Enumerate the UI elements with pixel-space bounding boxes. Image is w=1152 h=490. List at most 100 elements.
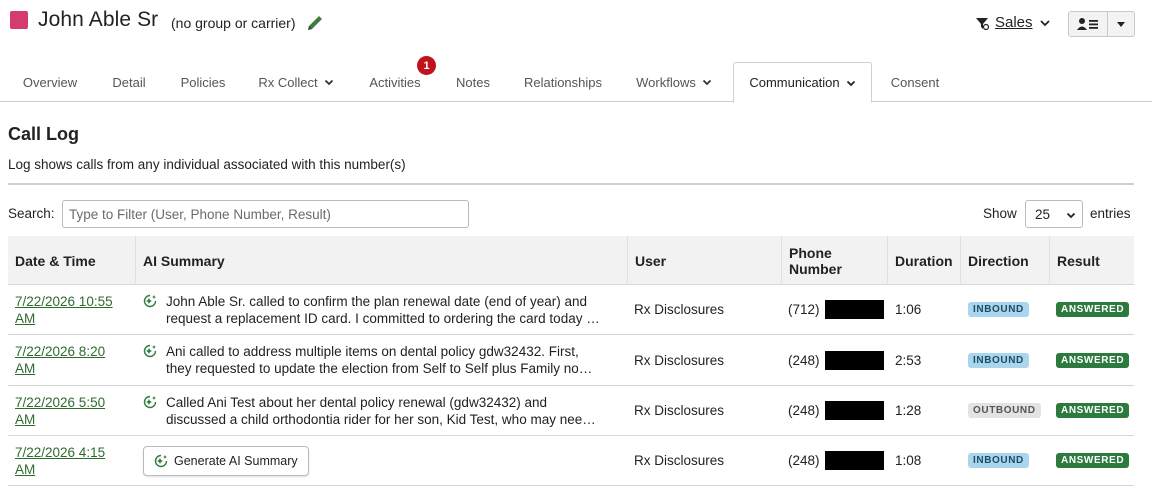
call-date-link[interactable]: 7/22/2026 4:15 AM bbox=[15, 444, 105, 478]
redacted-phone-block bbox=[824, 451, 884, 470]
column-header-user[interactable]: User bbox=[627, 236, 781, 285]
column-header-date-time[interactable]: Date & Time bbox=[8, 236, 135, 285]
phone-cell: (712) bbox=[788, 285, 888, 334]
ai-summary-cell: Ani called to address multiple items on … bbox=[143, 335, 623, 385]
tab-communication[interactable]: Communication bbox=[733, 62, 872, 103]
user-cell: Rx Disclosures bbox=[634, 403, 725, 418]
tab-label: Communication bbox=[749, 75, 840, 90]
time-period-text: AM bbox=[15, 310, 36, 326]
ai-summary-cell: Generate AI Summary bbox=[143, 436, 623, 485]
ai-summary-cell: John Able Sr. called to confirm the plan… bbox=[143, 285, 623, 334]
page-size-value: 25 bbox=[1035, 206, 1051, 222]
ai-sparkle-icon bbox=[143, 294, 157, 307]
divider bbox=[8, 183, 1134, 185]
ai-sparkle-icon bbox=[154, 454, 168, 467]
result-badge: ANSWERED bbox=[1056, 302, 1130, 317]
contact-card-button[interactable] bbox=[1069, 12, 1108, 36]
generate-ai-summary-label: Generate AI Summary bbox=[174, 453, 298, 468]
table-row: 7/22/2026 5:50 AM Called Ani Test about h… bbox=[8, 386, 1134, 436]
column-header-direction[interactable]: Direction bbox=[960, 236, 1049, 285]
page-title: Call Log bbox=[8, 124, 79, 144]
user-cell: Rx Disclosures bbox=[634, 352, 725, 368]
direction-cell: INBOUND bbox=[968, 285, 1048, 334]
tab-detail[interactable]: Detail bbox=[96, 62, 162, 102]
call-date-link[interactable]: 7/22/2026 5:50 AM bbox=[15, 394, 105, 428]
time-period-text: AM bbox=[15, 411, 36, 427]
filter-icon bbox=[976, 17, 989, 30]
tab-label: Activities bbox=[369, 74, 421, 90]
duration-cell: 1:28 bbox=[895, 403, 922, 418]
call-date-link[interactable]: 7/22/2026 10:55 AM bbox=[15, 293, 113, 327]
date-cell: 7/22/2026 4:15 AM bbox=[15, 436, 133, 485]
date-text: 7/22/2026 10:55 bbox=[15, 293, 113, 309]
ai-summary-text: Called Ani Test about her dental policy … bbox=[166, 394, 623, 428]
tab-rx-collect[interactable]: Rx Collect bbox=[248, 62, 344, 102]
ai-sparkle-icon bbox=[143, 344, 157, 358]
date-cell: 7/22/2026 5:50 AM bbox=[15, 386, 133, 435]
tab-workflows[interactable]: Workflows bbox=[624, 62, 724, 102]
summary-line: Ani called to address multiple items on … bbox=[166, 344, 579, 359]
tab-policies[interactable]: Policies bbox=[168, 62, 238, 102]
date-text: 7/22/2026 5:50 bbox=[15, 394, 106, 410]
record-header: John Able Sr (no group or carrier) Sales bbox=[0, 0, 1152, 50]
pencil-edit-icon[interactable] bbox=[304, 12, 326, 34]
column-header-duration[interactable]: Duration bbox=[887, 236, 960, 285]
activities-count-badge: 1 bbox=[417, 56, 436, 75]
phone-cell: (248) bbox=[788, 436, 888, 485]
user-cell: Rx Disclosures bbox=[634, 302, 725, 317]
direction-badge: OUTBOUND bbox=[968, 403, 1041, 418]
ai-summary-text: John Able Sr. called to confirm the plan… bbox=[166, 293, 623, 327]
tab-label: Notes bbox=[456, 74, 490, 90]
chevron-down-icon bbox=[1066, 212, 1076, 219]
show-label: Show bbox=[983, 206, 1017, 221]
table-header: Date & Time AI Summary User Phone Number… bbox=[8, 236, 1134, 285]
page-size-select[interactable]: 25 bbox=[1025, 200, 1083, 228]
result-cell: ANSWERED bbox=[1056, 285, 1134, 334]
call-date-link[interactable]: 7/22/2026 8:20 AM bbox=[15, 343, 105, 377]
tab-consent[interactable]: Consent bbox=[880, 62, 950, 102]
date-cell: 7/22/2026 8:20 AM bbox=[15, 335, 133, 385]
tab-notes[interactable]: Notes bbox=[444, 62, 502, 102]
entries-label: entries bbox=[1090, 206, 1131, 221]
time-period-text: AM bbox=[15, 461, 36, 477]
redacted-phone-block bbox=[824, 350, 884, 370]
search-label: Search: bbox=[8, 206, 55, 221]
column-header-ai-summary[interactable]: AI Summary bbox=[135, 236, 627, 285]
record-name: John Able Sr bbox=[38, 8, 159, 31]
ai-summary-cell: Called Ani Test about her dental policy … bbox=[143, 386, 623, 435]
summary-line: request a replacement ID card. I committ… bbox=[166, 310, 600, 326]
summary-line: John Able Sr. called to confirm the plan… bbox=[166, 293, 588, 309]
contact-actions-dropdown-button[interactable] bbox=[1108, 12, 1134, 36]
tab-label: Relationships bbox=[523, 74, 603, 90]
contact-list-icon bbox=[1077, 18, 1098, 30]
result-badge: ANSWERED bbox=[1056, 352, 1130, 368]
result-badge: ANSWERED bbox=[1056, 453, 1130, 468]
search-input[interactable] bbox=[62, 200, 469, 228]
ai-sparkle-icon bbox=[143, 395, 157, 408]
date-text: 7/22/2026 8:20 bbox=[15, 344, 106, 359]
user-cell: Rx Disclosures bbox=[634, 453, 725, 468]
group-carrier-label: (no group or carrier) bbox=[171, 15, 296, 31]
summary-line: Called Ani Test about her dental policy … bbox=[166, 394, 547, 410]
contact-actions-button-group bbox=[1068, 11, 1135, 37]
generate-ai-summary-button[interactable]: Generate AI Summary bbox=[143, 445, 309, 476]
column-header-phone-number[interactable]: Phone Number bbox=[781, 236, 887, 285]
phone-cell: (248) bbox=[788, 386, 888, 435]
table-row: 7/22/2026 10:55 AM John Able Sr. called t… bbox=[8, 285, 1134, 335]
sales-filter-dropdown[interactable]: Sales bbox=[975, 14, 1051, 31]
call-log-description: Log shows calls from any individual asso… bbox=[8, 157, 406, 172]
result-badge: ANSWERED bbox=[1056, 403, 1130, 418]
tab-label: Consent bbox=[890, 74, 940, 90]
summary-line: discussed a child orthodontia rider for … bbox=[166, 411, 596, 427]
direction-badge: INBOUND bbox=[968, 352, 1029, 368]
tab-relationships[interactable]: Relationships bbox=[512, 62, 614, 102]
tab-label: Overview bbox=[22, 74, 78, 90]
phone-area-code: (248) bbox=[788, 352, 820, 368]
redacted-phone-block bbox=[824, 401, 884, 420]
column-header-result[interactable]: Result bbox=[1049, 236, 1134, 285]
phone-area-code: (712) bbox=[788, 302, 820, 317]
table-row: 7/22/2026 8:20 AM Ani called to address m… bbox=[8, 335, 1134, 386]
tab-bar: Overview Detail Policies Rx Collect Acti… bbox=[0, 62, 1152, 103]
tab-label: Policies bbox=[180, 74, 226, 90]
tab-overview[interactable]: Overview bbox=[10, 62, 90, 102]
